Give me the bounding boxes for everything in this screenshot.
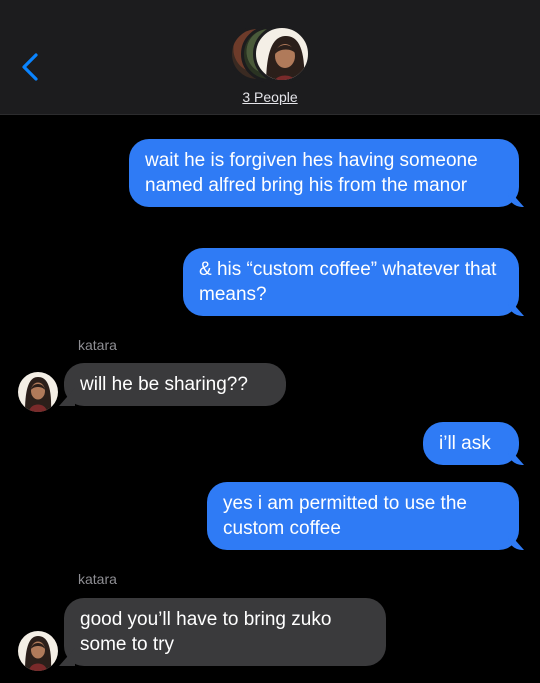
sender-name: katara [78, 571, 117, 587]
message-text: good you’ll have to bring zuko some to t… [80, 609, 332, 655]
back-button[interactable] [16, 50, 44, 84]
sender-avatar[interactable] [18, 631, 58, 671]
message-text: yes i am permitted to use the custom cof… [223, 493, 467, 539]
group-avatars[interactable] [229, 24, 313, 84]
avatar [253, 25, 311, 83]
message-text: i’ll ask [439, 433, 491, 454]
message-bubble-sent[interactable]: & his “custom coffee” whatever that mean… [183, 248, 519, 316]
sender-name: katara [78, 337, 117, 353]
message-text: will he be sharing?? [80, 374, 248, 395]
sender-avatar[interactable] [18, 372, 58, 412]
message-bubble-sent[interactable]: i’ll ask [423, 422, 519, 465]
message-text: & his “custom coffee” whatever that mean… [199, 259, 497, 305]
chevron-left-icon [22, 53, 38, 81]
message-bubble-received[interactable]: good you’ll have to bring zuko some to t… [64, 598, 386, 666]
message-text: wait he is forgiven hes having someone n… [145, 150, 478, 196]
message-bubble-sent[interactable]: wait he is forgiven hes having someone n… [129, 139, 519, 207]
message-bubble-received[interactable]: will he be sharing?? [64, 363, 286, 406]
conversation-header: 3 People [0, 0, 540, 115]
group-name-link[interactable]: 3 People [0, 89, 540, 105]
message-bubble-sent[interactable]: yes i am permitted to use the custom cof… [207, 482, 519, 550]
